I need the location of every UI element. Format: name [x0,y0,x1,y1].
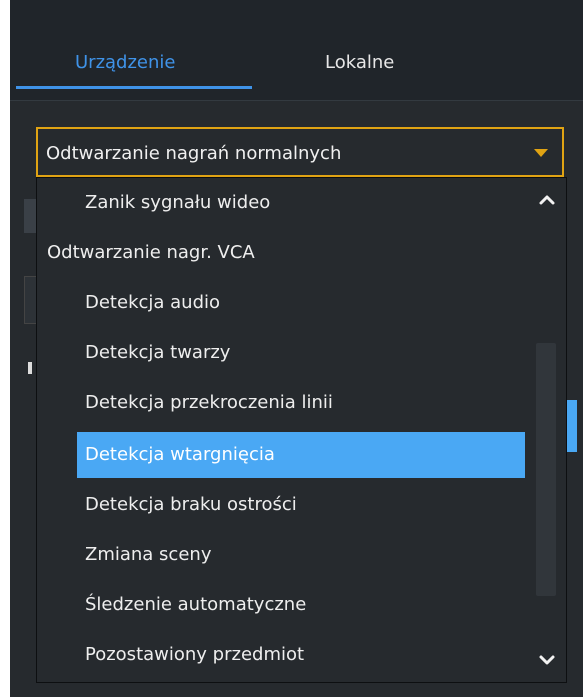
chevron-down-icon[interactable] [535,648,559,672]
option-video-loss[interactable]: Zanik sygnału wideo [37,180,270,226]
background-label-fragment [28,362,32,374]
option-audio-detection[interactable]: Detekcja audio [37,280,220,326]
active-tab-indicator [16,86,252,89]
option-auto-tracking[interactable]: Śledzenie automatyczne [37,582,306,628]
option-defocus-detection[interactable]: Detekcja braku ostrości [37,482,297,528]
tab-device[interactable]: Urządzenie [75,52,176,74]
playback-panel: Urządzenie Lokalne Odtwarzanie nagrań no… [10,0,583,697]
tab-local[interactable]: Lokalne [325,52,394,74]
option-face-detection[interactable]: Detekcja twarzy [37,330,230,376]
option-line-crossing[interactable]: Detekcja przekroczenia linii [37,380,333,426]
option-group-vca[interactable]: Odtwarzanie nagr. VCA [37,230,255,276]
option-object-left[interactable]: Pozostawiony przedmiot [37,632,304,678]
chevron-up-icon[interactable] [535,188,559,212]
playback-type-select[interactable]: Odtwarzanie nagrań normalnych [36,127,564,177]
caret-down-icon[interactable] [534,149,548,157]
option-intrusion-detection[interactable]: Detekcja wtargnięcia [77,432,525,478]
tab-divider [10,100,583,101]
select-value: Odtwarzanie nagrań normalnych [46,143,342,164]
background-selection-fragment [567,400,577,452]
dropdown-list[interactable]: Zanik sygnału wideo Odtwarzanie nagr. VC… [36,177,567,683]
tab-bar: Urządzenie Lokalne [10,0,583,100]
scrollbar-thumb[interactable] [536,343,556,596]
option-scene-change[interactable]: Zmiana sceny [37,532,211,578]
